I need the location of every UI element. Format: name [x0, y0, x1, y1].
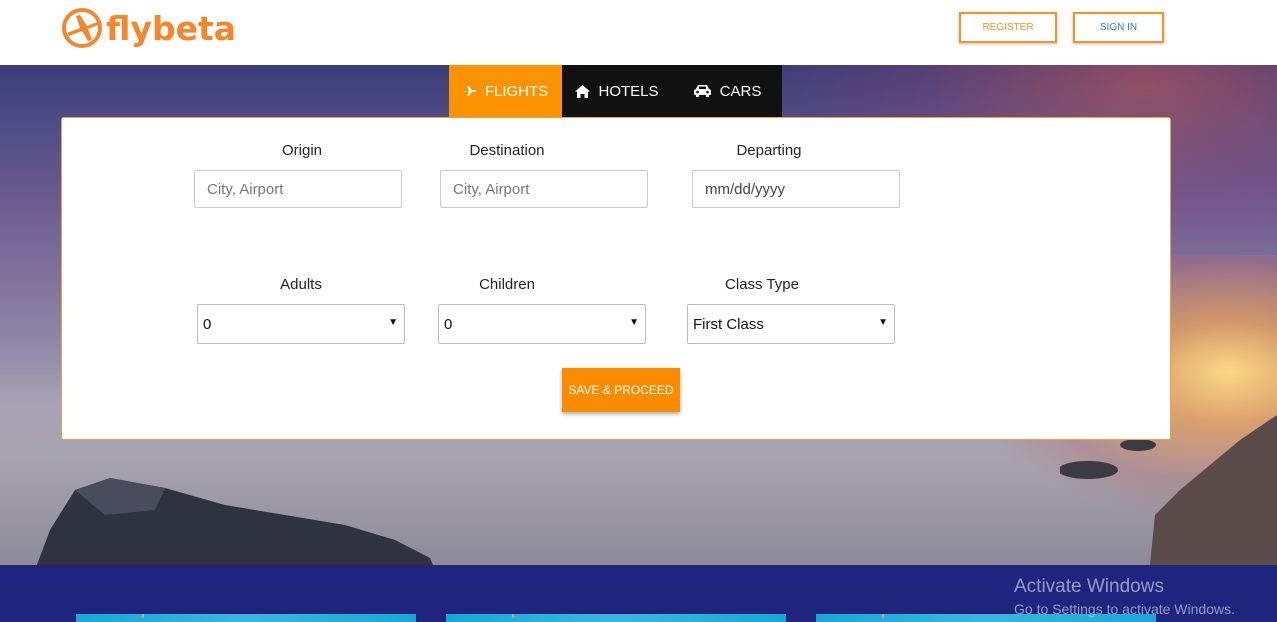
departing-date-input[interactable]: mm/dd/yyyy — [692, 170, 900, 208]
save-and-proceed-button[interactable]: SAVE & PROCEED — [562, 368, 680, 412]
origin-label: Origin — [281, 142, 322, 159]
watermark-subtitle: Go to Settings to activate Windows. — [1014, 601, 1235, 617]
dropdown-arrow-icon: ▼ — [388, 317, 398, 328]
site-header: flybeta REGISTER SIGN IN — [0, 0, 1277, 65]
tab-flights-label: FLIGHTS — [484, 82, 549, 100]
departing-label: Departing — [736, 142, 802, 159]
featured-card[interactable] — [76, 614, 416, 622]
class-type-value: First Class — [693, 315, 764, 333]
home-icon — [575, 84, 591, 98]
children-select[interactable]: 0 ▼ — [438, 304, 646, 344]
class-type-select[interactable]: First Class ▼ — [687, 304, 895, 344]
sign-in-button[interactable]: SIGN IN — [1073, 12, 1164, 43]
flight-search-form: Origin City, Airport Destination City, A… — [61, 117, 1171, 440]
tab-cars-label: CARS — [719, 82, 762, 100]
adults-select[interactable]: 0 ▼ — [197, 304, 405, 344]
tab-hotels[interactable]: HOTELS — [562, 65, 672, 117]
watermark-title: Activate Windows — [1014, 576, 1164, 597]
featured-card[interactable] — [446, 614, 786, 622]
tab-flights[interactable]: FLIGHTS — [449, 65, 562, 117]
children-value: 0 — [444, 315, 453, 333]
destination-input[interactable]: City, Airport — [440, 170, 648, 208]
register-button[interactable]: REGISTER — [959, 12, 1057, 43]
plane-icon — [463, 86, 476, 96]
class-type-label: Class Type — [725, 276, 799, 293]
brand-name: flybeta — [106, 8, 237, 48]
adults-value: 0 — [203, 315, 212, 333]
windows-activation-watermark: Activate Windows Go to Settings to activ… — [1014, 576, 1235, 617]
airplane-circle-icon — [62, 8, 102, 48]
children-label: Children — [479, 276, 535, 293]
search-tabs: FLIGHTS HOTELS CARS — [449, 65, 782, 117]
tab-hotels-label: HOTELS — [598, 82, 659, 100]
rock-image — [36, 478, 433, 565]
tab-cars[interactable]: CARS — [672, 65, 782, 117]
adults-label: Adults — [280, 276, 322, 293]
dropdown-arrow-icon: ▼ — [878, 317, 888, 328]
origin-input[interactable]: City, Airport — [194, 170, 402, 208]
logo[interactable]: flybeta — [60, 4, 236, 52]
car-icon — [693, 85, 711, 97]
destination-label: Destination — [469, 142, 545, 159]
dropdown-arrow-icon: ▼ — [629, 317, 639, 328]
